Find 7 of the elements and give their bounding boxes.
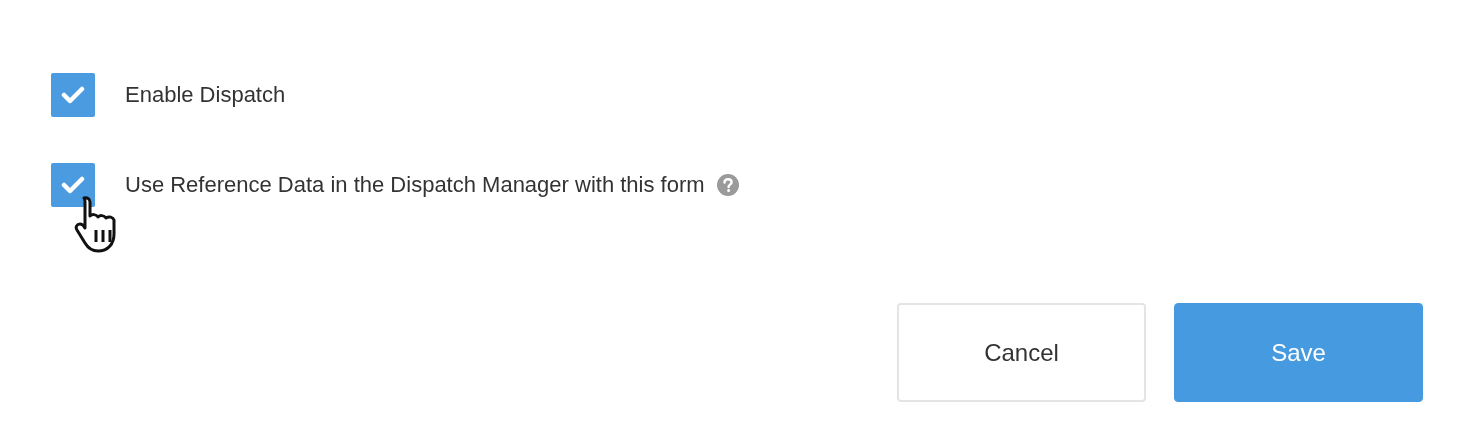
help-icon[interactable] — [716, 174, 739, 196]
option-label: Enable Dispatch — [125, 82, 286, 108]
check-icon — [61, 85, 85, 105]
option-label: Use Reference Data in the Dispatch Manager with this form — [125, 172, 705, 198]
cancel-button[interactable]: Cancel — [897, 303, 1146, 402]
check-icon — [61, 175, 85, 195]
checkbox[interactable] — [51, 73, 95, 117]
